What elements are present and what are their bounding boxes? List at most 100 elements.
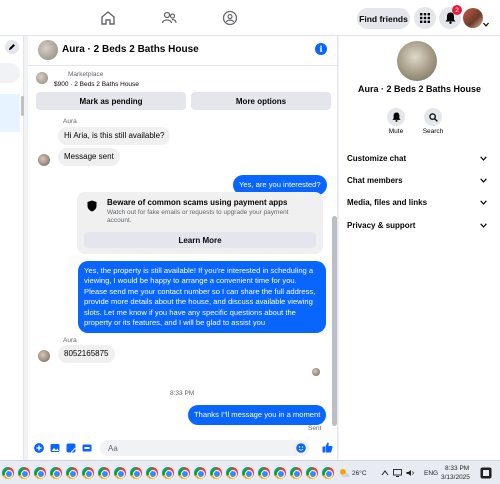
incoming-message[interactable]: 8052165875 [58,345,115,363]
temperature-text[interactable]: 26°C [352,470,367,477]
chevron-down-icon[interactable] [483,22,489,27]
customize-chat-item[interactable]: Customize chat [347,151,487,165]
media-files-links-label: Media, files and links [347,197,428,207]
shield-icon [87,200,97,212]
friends-icon[interactable] [161,10,177,26]
chrome-taskbar-icon[interactable] [322,467,334,479]
mute-button[interactable]: Mute [379,108,413,135]
sender-avatar[interactable] [38,154,50,166]
chrome-taskbar-icon[interactable] [226,467,238,479]
incoming-message[interactable]: Hi Aria, is this still available? [58,127,171,145]
chevron-up-icon[interactable] [381,469,389,477]
search-label: Search [422,128,444,135]
chrome-taskbar-icon[interactable] [114,467,126,479]
listing-price-title[interactable]: $900 · 2 Beds 2 Baths House [54,81,139,88]
weather-icon[interactable] [338,467,350,479]
language-indicator[interactable]: ENG [424,470,438,477]
chrome-taskbar-icon[interactable] [34,467,46,479]
message-timestamp: 8:33 PM [170,390,195,397]
search-icon [428,112,438,122]
privacy-support-item[interactable]: Privacy & support [347,218,487,232]
menu-button[interactable] [414,7,436,29]
groups-icon[interactable] [222,10,238,26]
learn-more-button[interactable]: Learn More [84,232,316,248]
grid-menu-icon [420,13,430,23]
home-icon[interactable] [100,10,116,26]
top-navigation: Find friends 2 [0,0,500,36]
chrome-taskbar-icon[interactable] [274,467,286,479]
chat-list-sidebar [0,36,24,460]
details-title: Aura · 2 Beds 2 Baths House [357,84,482,94]
chevron-down-icon [480,222,487,228]
chrome-taskbar-icon[interactable] [162,467,174,479]
details-avatar[interactable] [397,41,437,81]
chrome-taskbar-icon[interactable] [258,467,270,479]
emoji-icon[interactable] [296,443,306,453]
notification-badge: 2 [452,5,462,15]
chrome-taskbar-icon[interactable] [242,467,254,479]
mute-label: Mute [388,128,404,135]
listing-thumbnail[interactable] [36,72,48,84]
profile-avatar[interactable] [463,8,483,28]
scam-warning-text: Watch out for fake emails or requests to… [107,209,289,224]
mark-as-pending-button[interactable]: Mark as pending [36,92,186,110]
network-icon[interactable] [393,469,402,477]
conversation-panel: Aura · 2 Beds 2 Baths House i Marketplac… [28,36,338,460]
chat-search-input[interactable] [0,63,20,83]
conversation-title[interactable]: Aura · 2 Beds 2 Baths House [62,44,199,55]
chat-members-item[interactable]: Chat members [347,173,487,187]
chat-scrollbar[interactable] [332,216,337,426]
chrome-taskbar-icon[interactable] [98,467,110,479]
customize-chat-label: Customize chat [347,153,407,163]
message-input[interactable]: Aa [100,440,310,456]
notification-center-icon[interactable] [480,467,492,479]
message-composer: Aa [28,436,338,460]
bell-icon [391,112,401,122]
clock-date[interactable]: 3/13/2025 [441,474,470,481]
chrome-taskbar-icon[interactable] [306,467,318,479]
chat-members-label: Chat members [347,175,403,185]
windows-taskbar: 26°C ENG 8:33 PM 3/13/2025 [0,460,500,484]
chrome-taskbar-icon[interactable] [130,467,142,479]
chrome-taskbar-icon[interactable] [2,467,14,479]
sender-name: Aura [63,337,77,344]
gif-icon[interactable] [82,443,92,453]
plus-icon[interactable] [34,443,44,453]
outgoing-message[interactable]: Thanks I"ll message you in a moment [188,405,327,426]
chrome-taskbar-icon[interactable] [66,467,78,479]
sender-name: Aura [63,118,77,125]
chrome-taskbar-icon[interactable] [290,467,302,479]
chrome-taskbar-icon[interactable] [18,467,30,479]
info-icon[interactable]: i [315,43,327,55]
scam-warning-card: Beware of common scams using payment app… [77,192,323,254]
scam-warning-title: Beware of common scams using payment app… [107,198,288,207]
seen-indicator-avatar [312,368,320,376]
thumbs-up-icon[interactable] [322,442,333,453]
chrome-taskbar-icon[interactable] [50,467,62,479]
photo-icon[interactable] [50,443,60,453]
media-files-links-item[interactable]: Media, files and links [347,195,487,209]
search-in-conversation-button[interactable]: Search [416,108,450,135]
sidebar-scrollbar[interactable] [21,96,24,116]
chrome-taskbar-icon[interactable] [82,467,94,479]
sender-avatar[interactable] [38,350,50,362]
incoming-message[interactable]: Message sent [58,148,120,166]
outgoing-message[interactable]: Yes, the property is still available! If… [78,261,326,334]
chevron-down-icon [480,155,487,161]
chrome-taskbar-icon[interactable] [146,467,158,479]
chrome-taskbar-icon[interactable] [178,467,190,479]
conversation-header: Aura · 2 Beds 2 Baths House i [28,36,338,66]
clock-time[interactable]: 8:33 PM [445,465,469,472]
privacy-support-label: Privacy & support [347,220,416,230]
find-friends-button[interactable]: Find friends [357,8,410,29]
new-message-button[interactable] [5,40,19,54]
selected-conversation[interactable] [0,94,20,132]
conversation-avatar[interactable] [38,40,58,60]
chrome-taskbar-icon[interactable] [194,467,206,479]
chrome-taskbar-icon[interactable] [210,467,222,479]
message-input-placeholder: Aa [108,444,118,453]
volume-icon[interactable] [406,469,415,477]
sticker-icon[interactable] [66,443,76,453]
more-options-button[interactable]: More options [191,92,331,110]
chevron-down-icon [480,199,487,205]
